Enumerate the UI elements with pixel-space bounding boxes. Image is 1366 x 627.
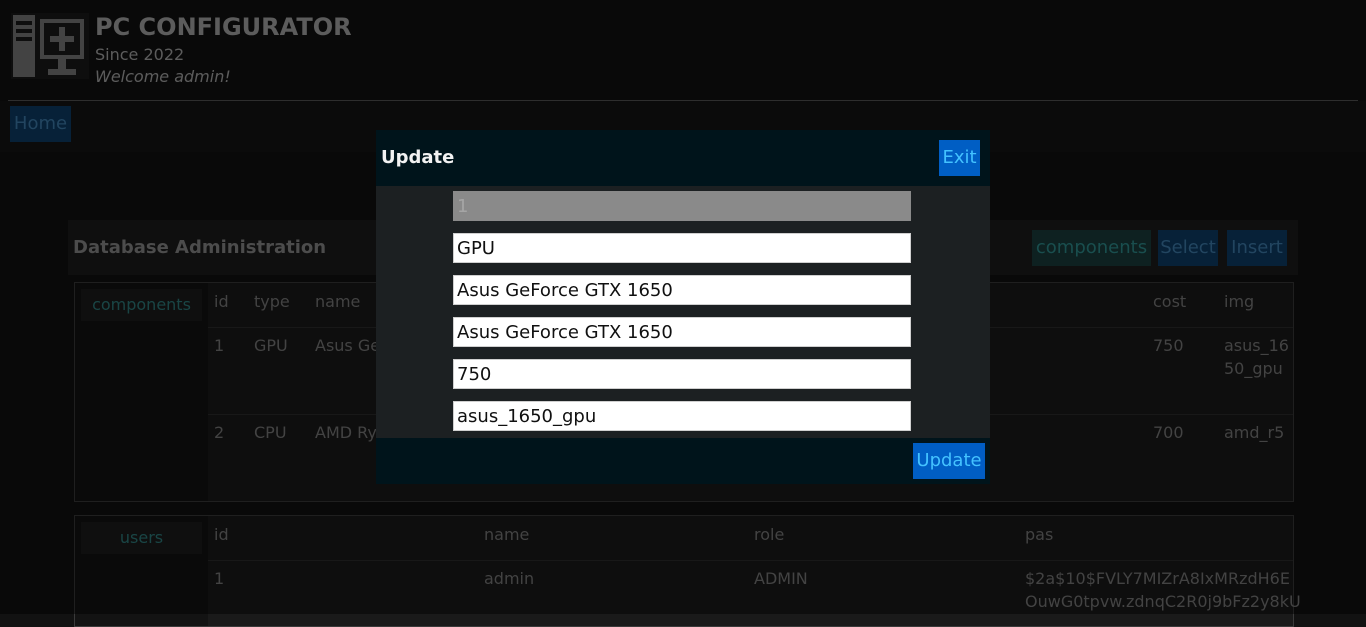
exit-button[interactable]: Exit — [939, 140, 980, 176]
modal-title: Update — [381, 147, 455, 168]
modal-body — [376, 186, 990, 438]
modal-header: Update Exit — [376, 130, 990, 186]
update-button[interactable]: Update — [913, 443, 985, 479]
id-field — [453, 191, 911, 221]
update-modal: Update Exit Update — [376, 130, 990, 484]
img-field[interactable] — [453, 401, 911, 431]
modal-footer: Update — [376, 438, 990, 484]
description-field[interactable] — [453, 317, 911, 347]
name-field[interactable] — [453, 275, 911, 305]
cost-field[interactable] — [453, 359, 911, 389]
type-field[interactable] — [453, 233, 911, 263]
